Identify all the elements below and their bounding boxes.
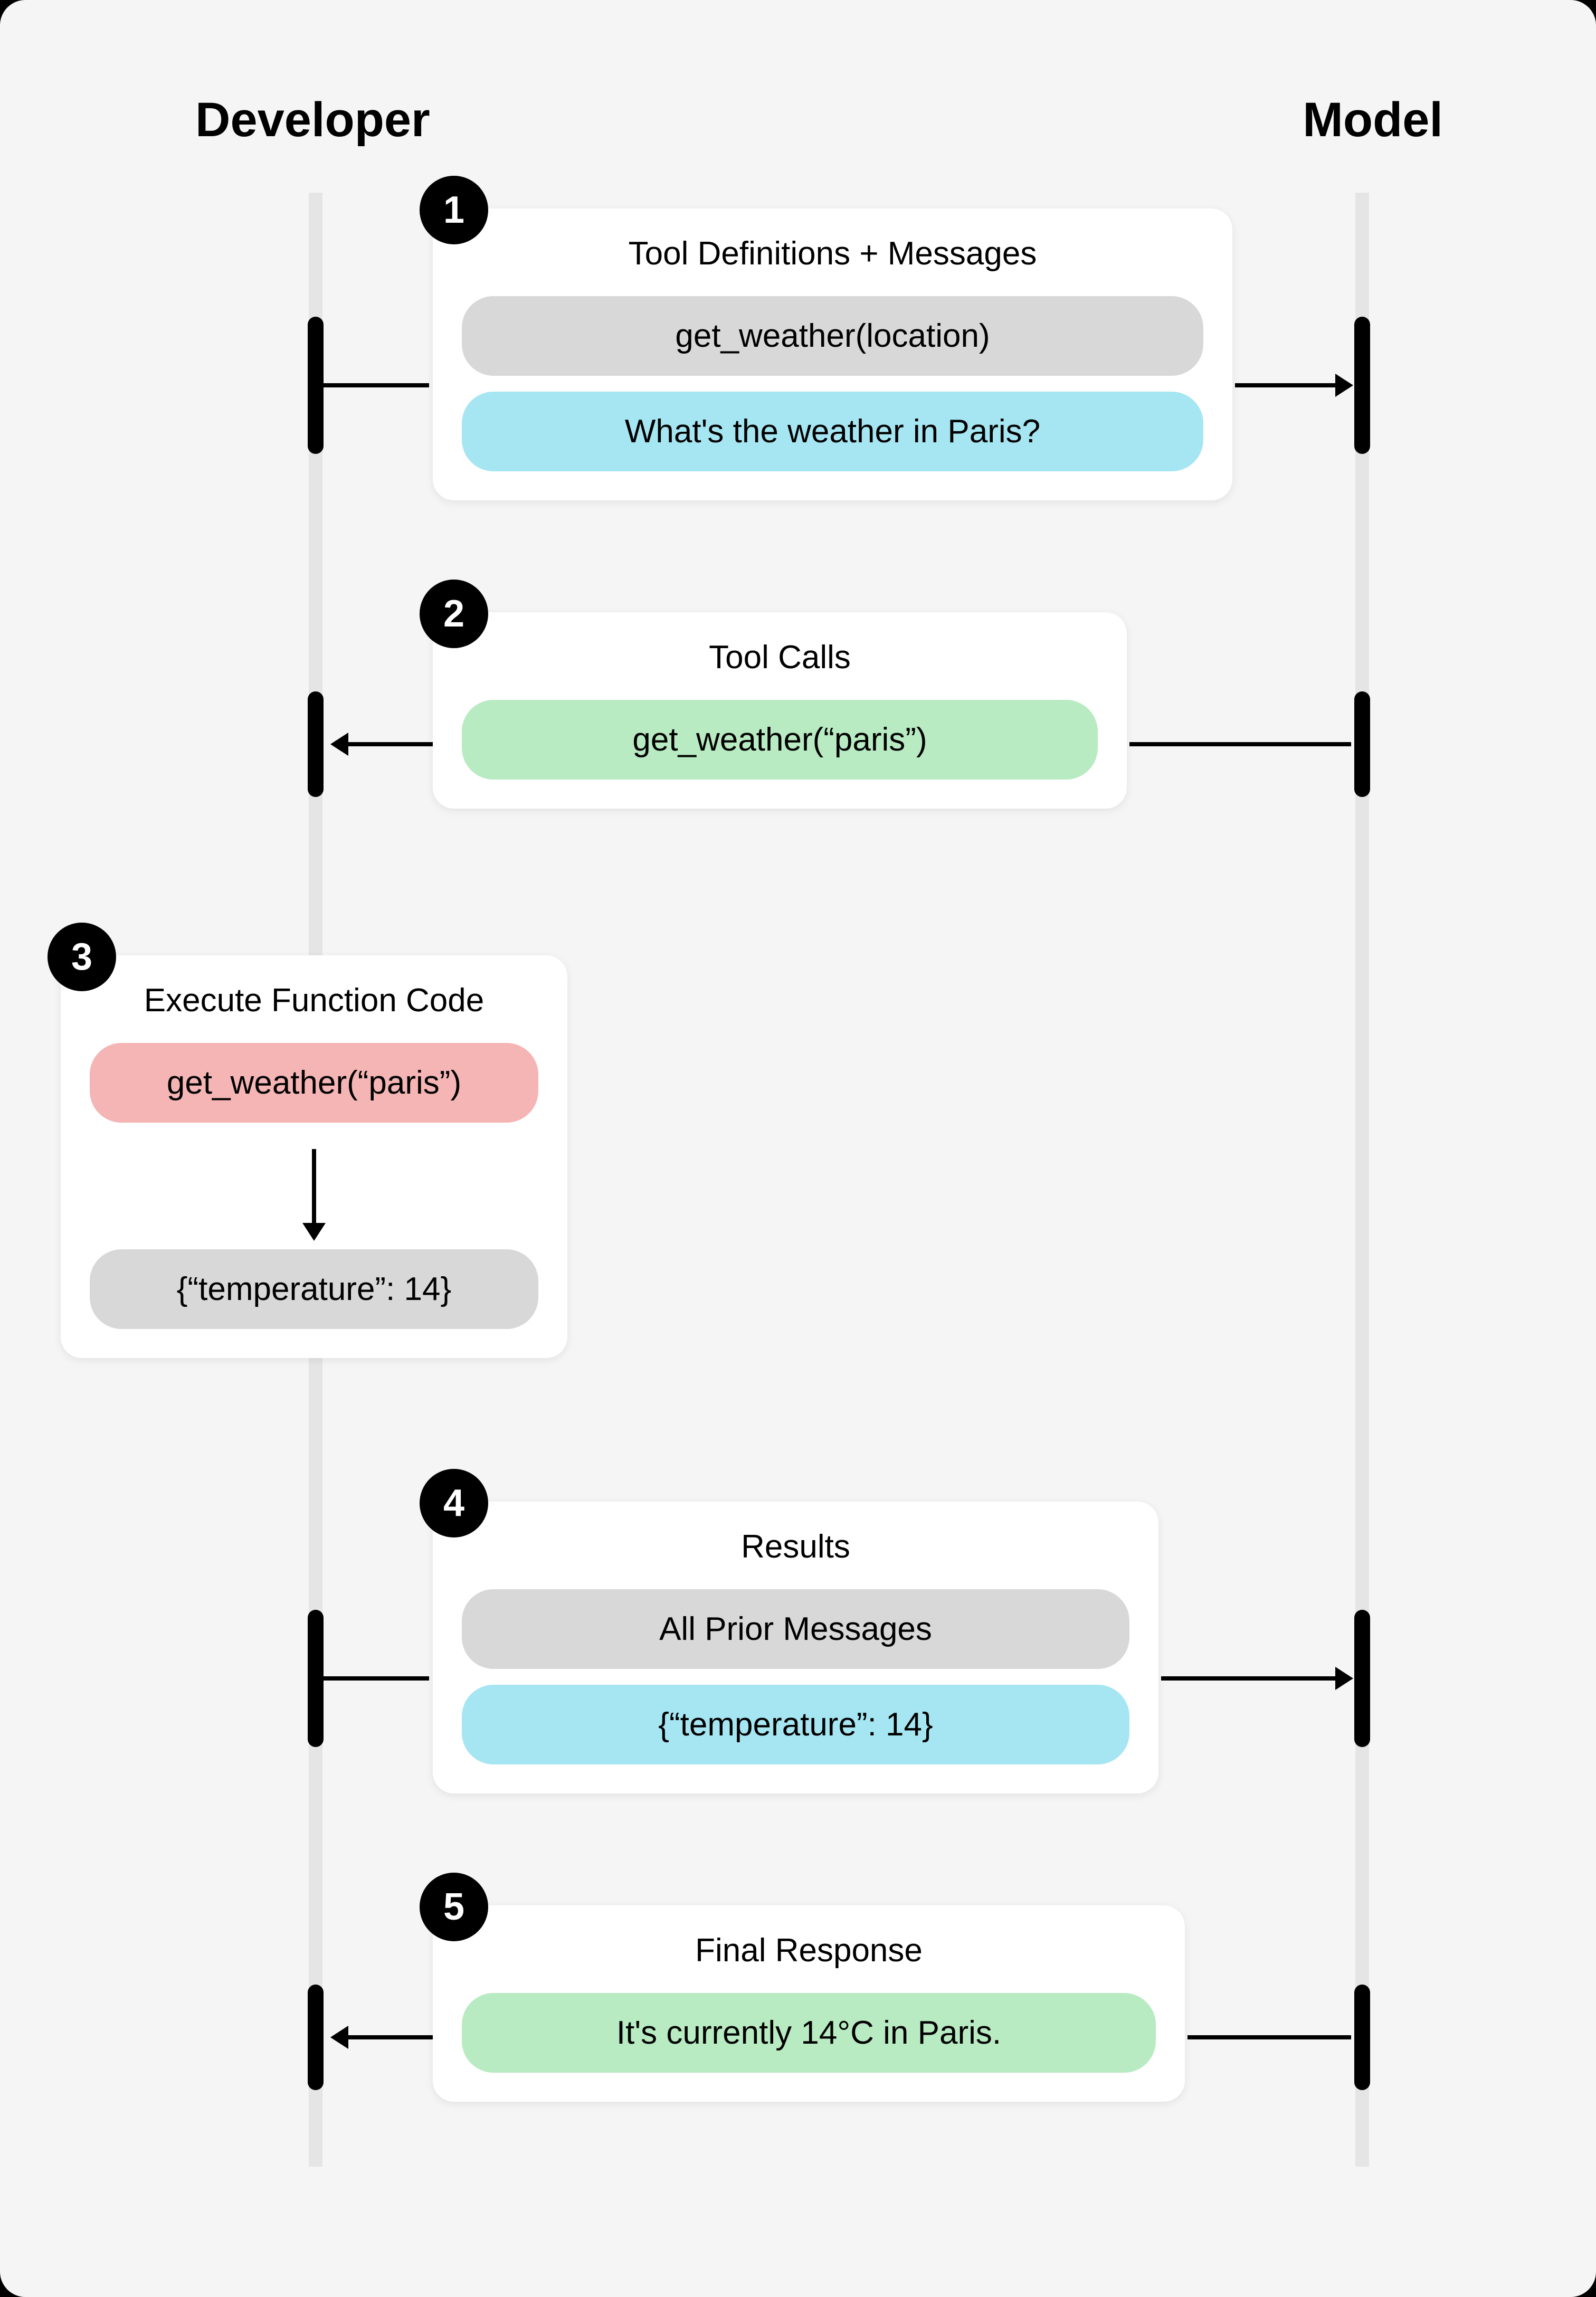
step4-title: Results [462, 1528, 1129, 1565]
function-execution-pill: get_weather(“paris”) [90, 1043, 538, 1123]
arrow-head-icon [1335, 1667, 1353, 1690]
step4-card: Results All Prior Messages {“temperature… [433, 1502, 1158, 1793]
step3-badge: 3 [48, 923, 116, 991]
prior-messages-pill: All Prior Messages [462, 1589, 1129, 1669]
arrow-segment [1129, 742, 1351, 746]
final-response-pill: It's currently 14°C in Paris. [462, 1993, 1156, 2073]
arrow-segment [1161, 1676, 1335, 1681]
step2-title: Tool Calls [462, 639, 1098, 676]
user-message-pill: What's the weather in Paris? [462, 392, 1203, 471]
activation-bar [1354, 691, 1370, 797]
step2-badge: 2 [420, 580, 488, 648]
step4-badge: 4 [420, 1469, 488, 1537]
activation-bar [308, 317, 324, 454]
arrow-segment [324, 383, 429, 387]
activation-bar [308, 1985, 324, 2090]
arrow-segment [348, 742, 433, 746]
tool-call-pill: get_weather(“paris”) [462, 700, 1098, 780]
arrow-segment [1188, 2035, 1351, 2039]
step1-title: Tool Definitions + Messages [462, 235, 1203, 272]
step1-badge: 1 [420, 176, 488, 244]
diagram-canvas: Developer Model Tool Definitions + Messa… [0, 0, 1596, 2297]
step3-card: Execute Function Code get_weather(“paris… [61, 955, 567, 1358]
arrow-segment [312, 1149, 316, 1223]
tool-definition-pill: get_weather(location) [462, 296, 1203, 376]
activation-bar [308, 691, 324, 797]
arrow-head-icon [330, 2026, 348, 2049]
step5-title: Final Response [462, 1932, 1156, 1969]
model-lifeline [1355, 193, 1369, 2167]
arrow-head-icon [302, 1223, 326, 1241]
step2-card: Tool Calls get_weather(“paris”) [433, 612, 1127, 809]
model-header: Model [1303, 92, 1443, 148]
function-result-pill: {“temperature”: 14} [90, 1249, 538, 1329]
activation-bar [308, 1610, 324, 1747]
developer-header: Developer [195, 92, 430, 148]
step3-title: Execute Function Code [90, 982, 538, 1019]
activation-bar [1354, 317, 1370, 454]
activation-bar [1354, 1985, 1370, 2090]
step5-card: Final Response It's currently 14°C in Pa… [433, 1905, 1185, 2102]
arrow-segment [324, 1676, 429, 1681]
step5-badge: 5 [420, 1873, 488, 1941]
arrow-head-icon [1335, 374, 1353, 397]
arrow-segment [1235, 383, 1335, 387]
result-payload-pill: {“temperature”: 14} [462, 1685, 1129, 1764]
arrow-segment [348, 2035, 433, 2039]
activation-bar [1354, 1610, 1370, 1747]
arrow-head-icon [330, 733, 348, 756]
step1-card: Tool Definitions + Messages get_weather(… [433, 208, 1232, 500]
